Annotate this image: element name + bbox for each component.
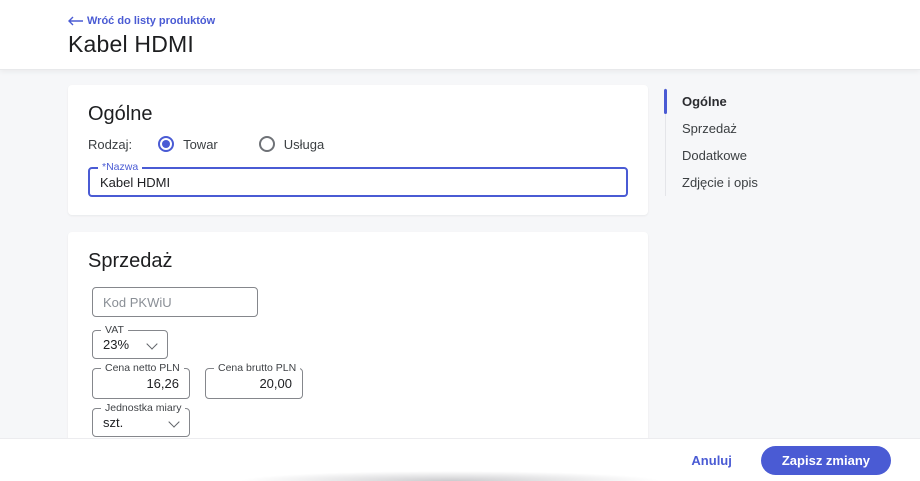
radio-towar-label: Towar: [183, 136, 218, 152]
product-type-row: Rodzaj: Towar Usługa: [88, 136, 365, 152]
back-to-products-link[interactable]: Wróć do listy produktów: [68, 15, 215, 27]
cancel-button[interactable]: Anuluj: [687, 447, 735, 474]
vat-label: VAT: [101, 324, 128, 336]
page-header: Wróć do listy produktów Kabel HDMI: [0, 0, 920, 69]
sidebar-item-sprzedaz[interactable]: Sprzedaż: [666, 115, 905, 142]
radio-selected-icon[interactable]: [158, 136, 175, 152]
sidebar-item-dodatkowe[interactable]: Dodatkowe: [666, 142, 905, 169]
product-type-label: Rodzaj:: [88, 136, 133, 152]
general-section-card: Ogólne Rodzaj: Towar Usługa *Nazwa: [68, 85, 648, 215]
sales-section-title: Sprzedaż: [88, 250, 173, 272]
page-title: Kabel HDMI: [68, 31, 194, 57]
radio-usluga-label: Usługa: [283, 136, 325, 152]
section-side-nav: Ogólne Sprzedaż Dodatkowe Zdjęcie i opis: [664, 88, 905, 196]
gross-price-field: Cena brutto PLN: [205, 362, 303, 399]
sidebar-item-zdjecie-i-opis[interactable]: Zdjęcie i opis: [666, 169, 905, 196]
back-link-label: Wróć do listy produktów: [87, 15, 216, 27]
action-footer: Anuluj Zapisz zmiany: [0, 438, 920, 481]
long-left-arrow-icon: [68, 16, 84, 26]
pkwiu-field: [92, 287, 258, 317]
unit-select[interactable]: Jednostka miary szt.: [92, 402, 190, 437]
sidebar-item-label: Zdjęcie i opis: [682, 175, 758, 190]
radio-option-towar[interactable]: Towar: [158, 136, 218, 152]
sidebar-item-label: Dodatkowe: [682, 148, 748, 163]
radio-unselected-icon[interactable]: [258, 136, 275, 152]
sidebar-item-label: Sprzedaż: [682, 121, 737, 136]
name-field-label: *Nazwa: [98, 161, 143, 173]
save-button[interactable]: Zapisz zmiany: [760, 445, 891, 475]
general-section-title: Ogólne: [88, 103, 153, 125]
radio-option-usluga[interactable]: Usługa: [258, 136, 325, 152]
unit-label: Jednostka miary: [101, 402, 186, 414]
pkwiu-input[interactable]: [93, 288, 257, 316]
sidebar-item-ogolne[interactable]: Ogólne: [664, 88, 905, 115]
net-price-field: Cena netto PLN: [92, 362, 190, 399]
vat-select[interactable]: VAT 23%: [92, 324, 168, 359]
sidebar-item-label: Ogólne: [682, 94, 727, 109]
name-input[interactable]: [90, 169, 626, 195]
net-price-label: Cena netto PLN: [101, 362, 184, 374]
gross-price-label: Cena brutto PLN: [214, 362, 301, 374]
name-field: *Nazwa: [88, 161, 628, 197]
